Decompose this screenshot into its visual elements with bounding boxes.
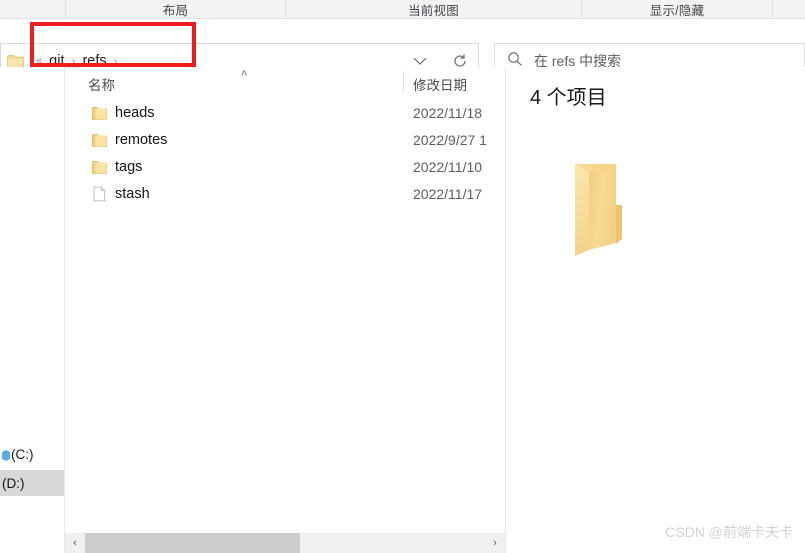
folder-icon — [91, 105, 108, 121]
ribbon-toolbar: 布局 当前视图 显示/隐藏 — [0, 0, 805, 19]
table-row[interactable]: tags 2022/11/10 — [65, 153, 505, 180]
scrollbar-track[interactable] — [85, 533, 485, 553]
column-header-date-modified[interactable]: 修改日期 — [413, 74, 467, 94]
table-row[interactable]: heads 2022/11/18 — [65, 99, 505, 126]
ribbon-group-show-hide[interactable]: 显示/隐藏 — [582, 0, 772, 18]
ribbon-group-layout[interactable]: 布局 — [66, 0, 285, 18]
nav-item-label: (C:) — [11, 446, 34, 462]
file-rows: heads 2022/11/18 remotes 2022/9/27 1 tag… — [65, 99, 505, 207]
nav-item-drive-d[interactable]: (D:) — [0, 470, 64, 496]
file-name: stash — [115, 185, 150, 202]
file-date-modified: 2022/11/17 — [413, 185, 483, 202]
table-row[interactable]: remotes 2022/9/27 1 — [65, 126, 505, 153]
column-divider[interactable] — [403, 71, 404, 93]
file-name: remotes — [115, 131, 168, 148]
file-date-modified: 2022/11/18 — [413, 104, 483, 121]
breadcrumb-overflow-icon[interactable]: « — [36, 55, 42, 67]
csdn-watermark: CSDN @前端卡夫卡 — [665, 524, 793, 540]
nav-item-label: (D:) — [2, 475, 25, 491]
drive-icon — [2, 449, 10, 461]
chevron-down-icon — [413, 57, 426, 65]
file-date-modified: 2022/9/27 1 — [413, 131, 487, 148]
large-folder-icon — [554, 155, 639, 270]
file-name: tags — [115, 158, 143, 175]
navigation-pane: (C:) (D:) — [0, 67, 65, 553]
address-bar-row: « .git › refs › 在 refs 中搜索 — [0, 19, 805, 79]
horizontal-scrollbar[interactable]: ‹ › — [65, 533, 505, 553]
file-date-modified: 2022/11/10 — [413, 158, 483, 175]
scroll-left-arrow-icon[interactable]: ‹ — [65, 533, 85, 553]
scrollbar-thumb[interactable] — [85, 533, 300, 553]
details-pane: 4 个项目 — [506, 67, 805, 553]
file-icon — [92, 186, 107, 202]
file-list-pane: ˄ 名称 修改日期 heads 2022/11/18 remotes 2022/… — [65, 67, 506, 553]
folder-icon — [91, 159, 108, 175]
file-name: heads — [115, 104, 155, 121]
ribbon-group-current-view[interactable]: 当前视图 — [286, 0, 581, 18]
item-count-label: 4 个项目 — [530, 87, 607, 109]
table-row[interactable]: stash 2022/11/17 — [65, 180, 505, 207]
column-header-name[interactable]: 名称 — [88, 74, 115, 94]
chevron-right-icon: › — [71, 54, 76, 68]
folder-icon — [91, 132, 108, 148]
scroll-right-arrow-icon[interactable]: › — [485, 533, 505, 553]
nav-item-drive-c[interactable]: (C:) — [0, 441, 64, 467]
ribbon-divider — [772, 0, 773, 18]
column-header-row: ˄ 名称 修改日期 — [65, 67, 505, 99]
sort-ascending-icon: ˄ — [241, 68, 248, 80]
chevron-right-icon: › — [113, 54, 118, 68]
